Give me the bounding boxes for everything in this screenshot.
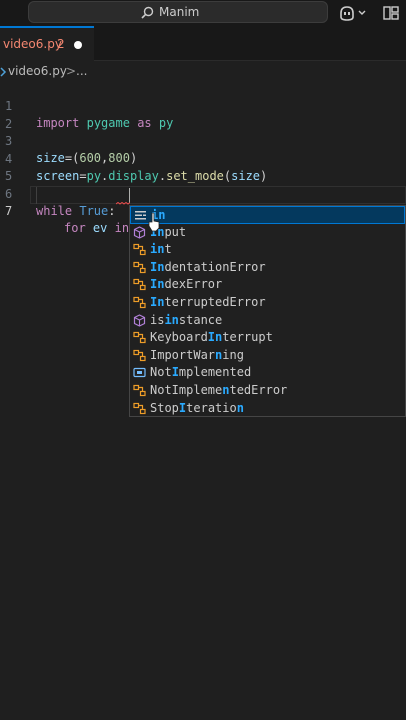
label-text: Not: [150, 365, 172, 380]
label-text: mplemented: [178, 365, 252, 380]
editor-tab-bar: video6.py 2: [0, 26, 406, 61]
suggestion-label: int: [150, 241, 172, 259]
search-icon: [141, 6, 154, 19]
suggestion-label: isinstance: [150, 312, 222, 330]
typed-keyword: in: [114, 221, 130, 235]
label-text: dexError: [164, 277, 223, 292]
code-line-2[interactable]: 2: [0, 99, 406, 131]
breadcrumb-separator: >: [66, 64, 77, 78]
suggestion-item[interactable]: ImportWarning: [130, 347, 405, 365]
suggestion-item[interactable]: in: [130, 206, 405, 224]
label-text: t: [164, 242, 172, 257]
tab-problem-count: 2: [57, 37, 65, 51]
keyword: while: [36, 203, 73, 218]
label-text: is: [150, 312, 165, 327]
class-icon: [133, 331, 146, 344]
breadcrumb-file[interactable]: video6.py: [8, 64, 67, 78]
label-text: put: [164, 224, 187, 239]
copilot-icon: [340, 6, 366, 21]
label-text: ing: [222, 347, 244, 362]
error-squiggle: [116, 202, 130, 205]
constant: True: [79, 203, 109, 218]
label-text: stance: [178, 312, 223, 327]
loop-variable: ev: [92, 221, 108, 235]
layout-icon: [383, 6, 399, 20]
label-text: Keyboard: [150, 330, 208, 345]
suggestion-item[interactable]: StopIteration: [130, 400, 405, 418]
code-line-5[interactable]: 5: [0, 151, 406, 183]
tab-filename: video6.py: [3, 37, 62, 51]
code-line-6[interactable]: 6 while True:: [0, 169, 406, 218]
suggestion-label: NotImplemented: [150, 364, 251, 382]
match-highlight: in: [150, 242, 165, 257]
suggestion-label: IndentationError: [150, 259, 266, 277]
suggestion-label: StopIteration: [150, 400, 244, 418]
suggestion-item[interactable]: IndexError: [130, 276, 405, 294]
class-icon: [133, 296, 146, 309]
suggestion-label: ImportWarning: [150, 347, 244, 365]
label-text: Stop: [150, 400, 179, 415]
code-line-7[interactable]: 7 for ev in: [0, 186, 406, 235]
class-icon: [133, 278, 146, 291]
suggestion-item[interactable]: isinstance: [130, 312, 405, 330]
suggestion-label: KeyboardInterrupt: [150, 329, 273, 347]
layout-button[interactable]: [382, 4, 400, 22]
text-cursor: [129, 188, 130, 203]
match-highlight: I: [171, 365, 179, 380]
match-highlight: n: [236, 400, 244, 415]
suggestion-item[interactable]: int: [130, 241, 405, 259]
code-line-4[interactable]: 4 screen=py.display.set_mode(size): [0, 134, 406, 183]
label-text: terruptedError: [164, 295, 266, 309]
class-icon: [133, 402, 146, 415]
match-highlight: In: [207, 330, 223, 345]
class-icon: [133, 243, 146, 256]
match-highlight: In: [150, 259, 165, 274]
mouse-cursor-icon: [148, 212, 160, 232]
label-text: tedError: [229, 383, 288, 397]
class-icon: [133, 384, 146, 397]
suggestion-item[interactable]: NotImplementedError: [130, 382, 405, 400]
copilot-button[interactable]: [338, 4, 368, 22]
match-highlight: in: [164, 312, 179, 327]
variable-icon: [133, 366, 146, 379]
match-highlight: In: [150, 295, 165, 309]
keyword: for: [64, 221, 86, 235]
unsaved-dot-icon[interactable]: [74, 41, 82, 49]
suggestion-item[interactable]: KeyboardInterrupt: [130, 329, 405, 347]
class-icon: [133, 349, 146, 362]
colon: :: [108, 203, 116, 218]
line-number: 7: [5, 204, 13, 218]
method-cube-icon: [133, 225, 146, 239]
python-file-icon: [0, 67, 7, 77]
keyword-icon: [134, 209, 147, 222]
label-text: dentationError: [164, 259, 266, 274]
title-bar: Manim: [0, 0, 406, 26]
breadcrumb: video6.py > ...: [0, 62, 406, 82]
label-text: teratio: [186, 400, 237, 415]
breadcrumb-symbols[interactable]: ...: [76, 64, 87, 78]
suggestion-item[interactable]: NotImplemented: [130, 364, 405, 382]
suggestion-label: InterruptedError: [150, 294, 266, 312]
code-line-1[interactable]: 1 import pygame as py: [0, 81, 406, 130]
suggestion-label: IndexError: [150, 276, 222, 294]
class-icon: [133, 261, 146, 274]
label-text: terrupt: [222, 330, 273, 345]
code-line-3[interactable]: 3 size=(600,800): [0, 116, 406, 165]
suggestion-item[interactable]: InterruptedError: [130, 294, 405, 312]
command-center-search[interactable]: Manim: [28, 1, 328, 23]
suggestion-item[interactable]: IndentationError: [130, 259, 405, 277]
match-highlight: In: [150, 277, 165, 292]
method-cube-icon: [133, 313, 146, 327]
label-text: NotImpleme: [150, 383, 223, 397]
suggestion-label: NotImplementedError: [150, 382, 287, 400]
search-label: Manim: [159, 5, 200, 19]
suggestion-widget: in Input int IndentationError IndexError Inte…: [129, 205, 406, 417]
tab-video6[interactable]: video6.py 2: [0, 26, 94, 61]
suggestion-item[interactable]: Input: [130, 224, 405, 242]
label-text: ImportWar: [150, 347, 216, 362]
